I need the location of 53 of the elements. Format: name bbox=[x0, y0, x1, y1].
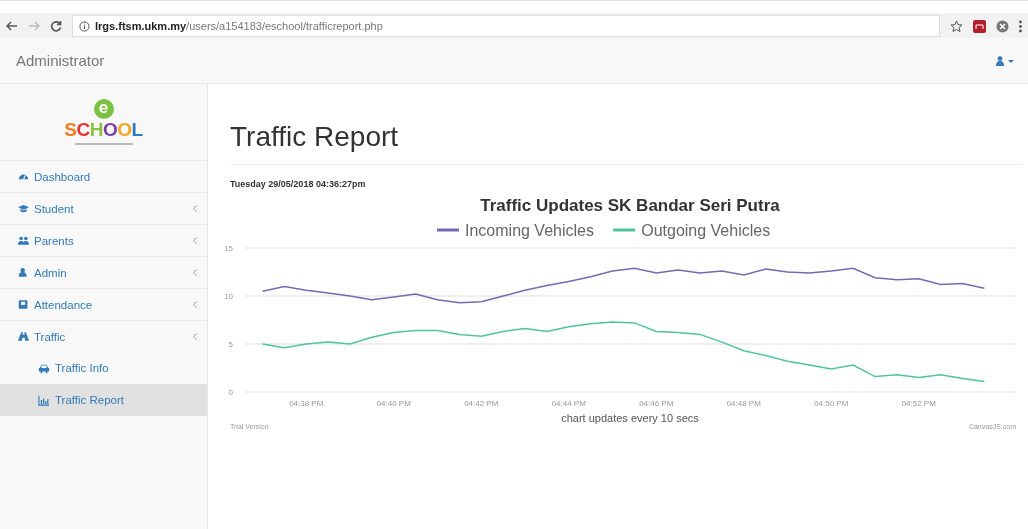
road-icon bbox=[18, 331, 29, 342]
y-tick-label: 0 bbox=[228, 388, 233, 397]
address-field[interactable]: lrgs.ftsm.ukm.my/users/a154183/eschool/trafficreport.php bbox=[72, 15, 940, 37]
x-tick-label: 04:50 PM bbox=[814, 399, 849, 408]
chart-title: Traffic Updates SK Bandar Seri Putra bbox=[480, 196, 780, 215]
x-tick-label: 04:42 PM bbox=[464, 399, 499, 408]
sidebar-subitem[interactable]: Traffic Report bbox=[0, 384, 207, 416]
sidebar-item[interactable]: Parents bbox=[0, 224, 207, 256]
user-icon bbox=[18, 267, 29, 278]
x-tick-label: 04:44 PM bbox=[551, 399, 586, 408]
page-title: Traffic Report bbox=[230, 120, 1022, 165]
extension-icon[interactable] bbox=[973, 19, 986, 33]
star-icon[interactable] bbox=[950, 19, 963, 33]
users-icon bbox=[18, 235, 29, 246]
chevron-left-icon bbox=[193, 333, 197, 340]
menu-icon[interactable] bbox=[1019, 19, 1022, 33]
chevron-left-icon bbox=[193, 301, 197, 308]
sidebar-item[interactable]: Attendance bbox=[0, 288, 207, 320]
logo-badge: e bbox=[93, 99, 114, 119]
sidebar-item[interactable]: Traffic bbox=[0, 320, 207, 352]
info-icon bbox=[79, 20, 90, 32]
chevron-left-icon bbox=[193, 205, 197, 212]
close-circle-icon[interactable] bbox=[996, 19, 1009, 33]
sidebar-item[interactable]: Admin bbox=[0, 256, 207, 288]
legend-label: Outgoing Vehicles bbox=[641, 222, 771, 239]
x-tick-label: 04:46 PM bbox=[639, 399, 674, 408]
book-icon bbox=[18, 299, 29, 310]
back-icon[interactable] bbox=[6, 21, 18, 31]
bar-chart-icon bbox=[38, 394, 50, 406]
sidebar-item[interactable]: Student bbox=[0, 192, 207, 224]
user-dropdown-icon[interactable] bbox=[996, 55, 1016, 66]
legend-item: Incoming Vehicles bbox=[437, 222, 594, 239]
sidebar-item[interactable]: Dashboard bbox=[0, 160, 207, 192]
y-tick-label: 10 bbox=[224, 292, 233, 301]
graduation-cap-icon bbox=[18, 203, 29, 214]
x-tick-label: 04:40 PM bbox=[376, 399, 411, 408]
chevron-left-icon bbox=[193, 237, 197, 244]
legend-item: Outgoing Vehicles bbox=[613, 222, 771, 239]
x-axis-title: chart updates every 10 secs bbox=[561, 412, 699, 424]
timestamp: Tuesday 29/05/2018 04:36:27pm bbox=[230, 179, 367, 189]
chevron-left-icon bbox=[193, 269, 197, 276]
y-tick-label: 15 bbox=[224, 244, 233, 253]
y-tick-label: 5 bbox=[228, 340, 233, 349]
x-tick-label: 04:48 PM bbox=[726, 399, 761, 408]
car-icon bbox=[38, 362, 50, 374]
x-tick-label: 04:38 PM bbox=[289, 399, 324, 408]
reload-icon[interactable] bbox=[50, 20, 62, 32]
url-text: lrgs.ftsm.ukm.my/users/a154183/eschool/trafficreport.php bbox=[95, 20, 383, 32]
navbar-brand[interactable]: Administrator bbox=[16, 52, 105, 69]
logo-text: SCHOOL bbox=[64, 119, 143, 140]
x-tick-label: 04:52 PM bbox=[901, 399, 936, 408]
legend-label: Incoming Vehicles bbox=[465, 222, 594, 239]
sidebar-subitem[interactable]: Traffic Info bbox=[0, 352, 207, 384]
